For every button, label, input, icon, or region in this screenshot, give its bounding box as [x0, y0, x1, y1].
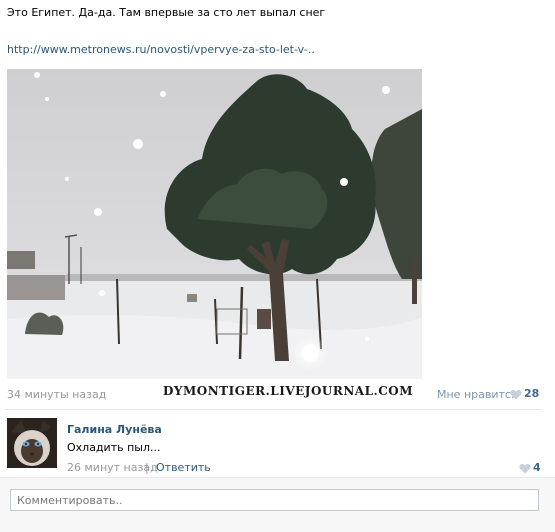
heart-icon[interactable] [510, 389, 522, 400]
reply-button[interactable]: Ответить [156, 461, 211, 474]
post-link[interactable]: http://www.metronews.ru/novosti/vpervye-… [7, 43, 315, 56]
avatar[interactable] [7, 418, 57, 468]
comment-author[interactable]: Галина Лунёва [67, 423, 162, 436]
like-count[interactable]: 28 [524, 387, 539, 400]
post-text: Это Египет. Да-да. Там впервые за сто ле… [7, 6, 326, 19]
like-button-label[interactable]: Мне нравится [437, 388, 518, 401]
post-photo[interactable] [7, 69, 422, 379]
comment-input[interactable] [10, 489, 539, 511]
heart-icon[interactable] [519, 463, 531, 474]
watermark-text: DYMONTIGER.LIVEJOURNAL.COM [163, 384, 414, 398]
divider [5, 409, 542, 410]
separator: | [145, 461, 149, 474]
comment-text: Охладить пыл... [67, 441, 161, 454]
post-timestamp[interactable]: 34 минуты назад [7, 388, 106, 401]
comment-like-count[interactable]: 4 [533, 461, 541, 474]
